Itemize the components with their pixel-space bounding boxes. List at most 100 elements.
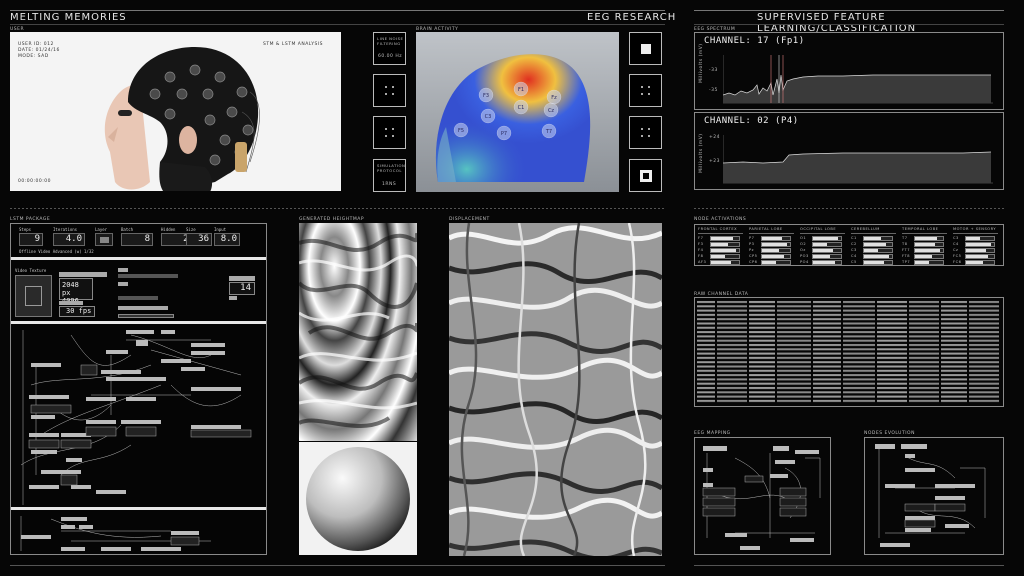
count-node[interactable] — [229, 276, 255, 281]
activation-bar-fill — [966, 261, 983, 264]
displacement-surface — [449, 223, 662, 556]
eeg-mapping-panel[interactable] — [694, 437, 831, 555]
header-rule-right — [694, 10, 1004, 11]
channel-1-signal — [723, 55, 993, 104]
node-activations-panel[interactable]: FRONTAL CORTEX F7 F3 F4 F8 AF3 PARIETAL LOBE P7… — [694, 224, 1004, 266]
node — [118, 282, 128, 286]
activation-bar-fill — [813, 255, 830, 258]
activation-bar-fill — [915, 249, 941, 252]
line-noise-label: LINE NOISE FILTERING — [377, 36, 404, 46]
texture-preview[interactable] — [15, 275, 52, 317]
activation-bar — [965, 254, 995, 259]
user-mode: MODE: SAD — [18, 54, 49, 59]
heightmap-label: GENERATED HEIGHTMAP — [299, 217, 365, 222]
node — [118, 296, 158, 300]
nodes-evolution-label: NODES EVOLUTION — [864, 431, 915, 436]
channel-2-tick: +24 — [709, 135, 720, 140]
timecode: 00:00:00:00 — [18, 179, 51, 184]
activation-bar — [914, 260, 944, 265]
activation-channel-label: C1 — [851, 235, 857, 240]
lstm-package-panel[interactable]: Steps Iterations Layer Batch Hidden Size… — [10, 223, 267, 555]
activation-group-title: MOTOR + SENSORY — [953, 227, 997, 231]
electrode-label: C3 — [485, 114, 492, 120]
dot-toggle-3[interactable] — [629, 74, 662, 107]
field-label: Hidden — [161, 227, 176, 232]
layer-toggle[interactable] — [95, 233, 113, 246]
app-title: MELTING MEMORIES — [10, 12, 127, 23]
fps-node[interactable] — [59, 301, 83, 305]
field-label: Steps — [19, 227, 32, 232]
simulation-label: SIMULATION PROTOCOL — [377, 163, 406, 173]
activation-bar-fill — [762, 249, 779, 252]
activation-group-title: OCCIPITAL LOBE — [800, 227, 837, 231]
lstm-node-graph[interactable] — [11, 325, 266, 509]
activation-bar — [761, 254, 791, 259]
activation-channel-label: Cz — [953, 247, 959, 252]
activation-group-title: CEREBELLUM — [851, 227, 880, 231]
activation-channel-label: CP6 — [749, 259, 758, 264]
field-label: Layer — [95, 227, 108, 232]
activation-bar — [863, 248, 893, 253]
activation-channel-label: F8 — [698, 253, 704, 258]
activation-bar — [914, 242, 944, 247]
steps-input[interactable]: 9 — [19, 233, 43, 246]
displacement-render[interactable] — [449, 223, 662, 556]
activation-bar-fill — [915, 237, 938, 240]
user-video-panel[interactable]: USER ID: 012 DATE: 01/24/16 MODE: SAD ST… — [10, 32, 341, 197]
raw-data-grid — [697, 300, 1001, 404]
activation-bar-fill — [711, 261, 731, 264]
electrode-label: F1 — [518, 87, 524, 93]
section-title-eeg: EEG RESEARCH — [587, 12, 677, 23]
resolution-values: 2048 px 4096 px — [59, 278, 93, 313]
activation-channel-label: PO4 — [800, 259, 809, 264]
activation-bar-fill — [813, 237, 839, 240]
activation-bar-fill — [966, 255, 989, 258]
activation-channel-label: PO3 — [800, 253, 809, 258]
batch-input[interactable]: 8 — [121, 233, 153, 246]
activation-channel-label: T8 — [902, 241, 908, 246]
lstm-output-graph[interactable] — [11, 511, 266, 554]
brain-activity-panel[interactable]: F3 F1 Fz C3 C1 Cz P7 T7 F5 — [416, 32, 619, 192]
activation-bar — [863, 260, 893, 265]
user-id: USER ID: 012 — [18, 42, 54, 47]
line-noise-control[interactable]: LINE NOISE FILTERING 60.00 Hz — [373, 32, 406, 65]
activation-bar — [710, 242, 740, 247]
activation-bar — [812, 260, 842, 265]
activation-bar — [863, 236, 893, 241]
activation-bar-fill — [915, 255, 932, 258]
field-label: Batch — [121, 227, 134, 232]
activation-channel-label: C2 — [851, 241, 857, 246]
eeg-mapping-label: EEG MAPPING — [694, 431, 731, 436]
displacement-label: DISPLACEMENT — [449, 217, 490, 222]
resolution-node[interactable] — [59, 272, 107, 277]
activation-bar — [965, 248, 995, 253]
node-activations-label: NODE ACTIVATIONS — [694, 217, 747, 222]
activation-bar-fill — [813, 249, 833, 252]
eeg-chart-channel-1[interactable]: CHANNEL: 17 (Fp1) Millivolts (mV) -33 -3… — [694, 32, 1004, 110]
raw-channel-data-panel[interactable] — [694, 297, 1004, 407]
footer-rule-right — [694, 565, 1004, 566]
activation-group-rule — [698, 233, 743, 234]
activation-bar — [914, 248, 944, 253]
dot-toggle-4[interactable] — [629, 116, 662, 149]
activation-bar — [761, 248, 791, 253]
activation-group-rule — [902, 233, 947, 234]
dot-toggle-2[interactable] — [373, 116, 406, 149]
activation-channel-label: C4 — [953, 241, 959, 246]
iterations-input[interactable]: 4.0 — [53, 233, 85, 246]
eeg-chart-channel-2[interactable]: CHANNEL: 02 (P4) Millivolts (mV) +24 +23 — [694, 112, 1004, 190]
sphere-preview[interactable] — [299, 442, 417, 555]
dot-toggle-1[interactable] — [373, 74, 406, 107]
heightmap-image[interactable] — [299, 223, 417, 441]
input-field[interactable]: 8.0 — [214, 233, 240, 246]
size-input[interactable]: 36 — [186, 233, 212, 246]
channel-2-signal — [723, 135, 993, 184]
square-toggle-1[interactable] — [629, 32, 662, 65]
electrode-label: C1 — [518, 105, 525, 111]
activation-bar-fill — [711, 255, 725, 258]
record-toggle[interactable] — [629, 159, 662, 192]
header-underline-right — [694, 24, 1004, 25]
nodes-evolution-panel[interactable] — [864, 437, 1004, 555]
simulation-control[interactable]: SIMULATION PROTOCOL 1RNS — [373, 159, 406, 192]
activation-channel-label: C5 — [851, 259, 857, 264]
